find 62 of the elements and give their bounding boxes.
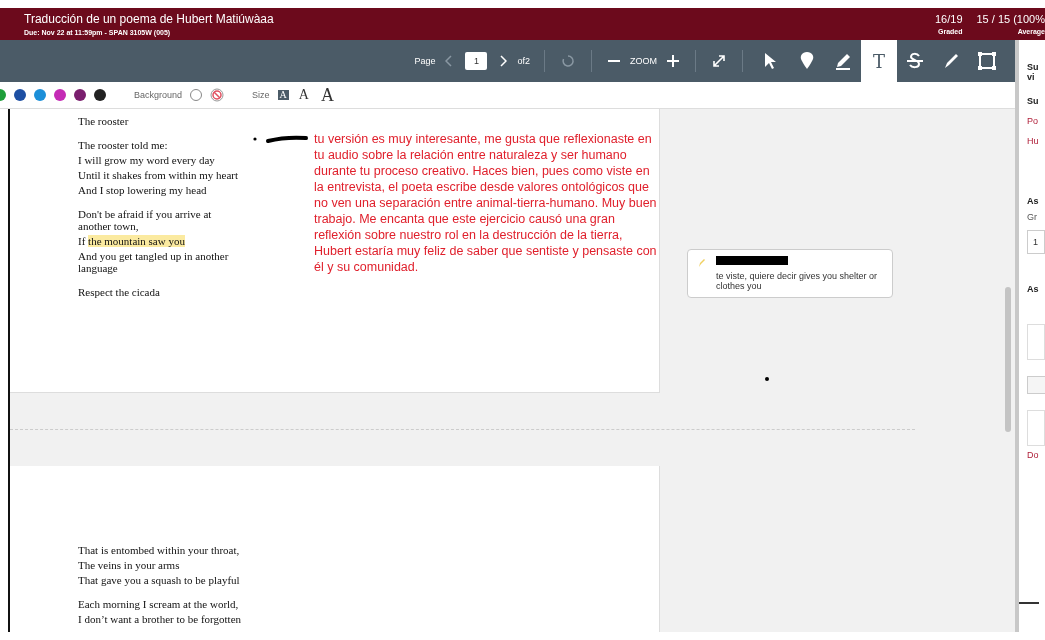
sidebar-text: As	[1027, 196, 1040, 206]
teacher-comment: tu versión es muy interesante, me gusta que reflexionaste en tu audio sobre la relación entre naturaleza y ser humano durante tu proceso creativo. Haces bien, pues como viste en la entrevista, el poeta escribe desde valores ontológicos que no ven una separación entre animal-tierra-humano. Muy buen trabajo. Me encanta que este ejercicio causó una gran reflexión sobre nuestro rol en la destrucción de la tierra, Hubert estaría muy feliz de saber que sentiste y pensaste con él y su comunidad.	[314, 131, 658, 275]
redaction-bar	[716, 256, 788, 265]
poem-line: And I stop lowering my head	[78, 184, 208, 196]
sidebar-panel	[1027, 324, 1045, 360]
assignment-title: Traducción de un poema de Hubert Matiúwàaa	[24, 12, 274, 26]
grade-field[interactable]: 1	[1027, 230, 1045, 254]
poem-line: That gave you a squash to be playful	[78, 574, 241, 586]
scrollbar-thumb[interactable]	[1005, 287, 1011, 432]
sidebar-text: As	[1027, 284, 1040, 294]
area-select-icon	[976, 50, 998, 72]
poem-line: Respect the cicada	[78, 286, 161, 298]
poem-line: That is entombed within your throat,	[78, 544, 241, 556]
stat-value: 15 / 15 (100%	[976, 13, 1045, 25]
comment-text: te viste, quiere decir gives you shelter or clothes you	[716, 271, 879, 291]
poem-line: Each morning I scream at the world,	[78, 598, 240, 610]
background-label: Background	[134, 90, 183, 100]
text-size-option[interactable]: A	[318, 86, 336, 104]
zoom-label: ZOOM	[630, 56, 657, 66]
sidebar-text: Gr	[1027, 212, 1038, 222]
point-marker	[765, 377, 769, 381]
zoom-in-button[interactable]	[667, 55, 679, 67]
rotate-icon	[561, 54, 575, 68]
sidebar-link[interactable]: Do	[1027, 450, 1045, 460]
text-size-option[interactable]: A	[277, 90, 289, 100]
sidebar-text: vi	[1027, 72, 1036, 82]
stat-value: 16/19	[934, 13, 963, 25]
sidebar-text: Su	[1027, 62, 1040, 72]
chevron-left-icon	[445, 55, 454, 67]
poem-line: The rooster	[78, 115, 130, 127]
poem-line: I will grow my word every day	[78, 154, 216, 166]
fullscreen-button[interactable]	[712, 54, 726, 68]
page-number-field[interactable]: 1	[465, 52, 488, 70]
sidebar-text: Su	[1027, 96, 1040, 106]
color-swatch[interactable]	[74, 89, 86, 101]
text-size-option[interactable]: A	[296, 88, 311, 102]
no-background-icon[interactable]	[210, 88, 225, 102]
color-swatch[interactable]	[34, 89, 46, 101]
background-option[interactable]	[190, 89, 203, 101]
color-swatch[interactable]	[94, 89, 106, 101]
chevron-right-icon	[499, 55, 508, 67]
next-page-button[interactable]	[499, 55, 508, 67]
poem-line: The veins in your arms	[78, 559, 181, 571]
annotation-tool[interactable]: T	[861, 40, 897, 82]
poem-line: If the mountain saw you	[78, 235, 186, 247]
sidebar-panel	[1027, 410, 1045, 446]
color-swatch[interactable]	[14, 89, 26, 101]
comment-card[interactable]: te viste, quiere decir gives you shelter or clothes you	[687, 249, 893, 298]
minus-icon	[1019, 602, 1039, 604]
poem-line: I don’t want a brother to be forgotten	[78, 613, 243, 625]
poem-line: Until it shakes from within my heart	[78, 169, 240, 181]
poem-line: The rooster told me:	[78, 139, 169, 151]
color-swatch[interactable]	[54, 89, 66, 101]
expand-icon	[712, 54, 726, 68]
size-label: Size	[252, 90, 270, 100]
page-total: of2	[517, 56, 530, 66]
page-label: Page	[414, 56, 436, 66]
sidebar-link[interactable]: Po	[1027, 116, 1045, 126]
pencil-icon	[698, 258, 706, 268]
poem-line: And you get tangled up in another language	[78, 250, 230, 274]
plus-icon	[667, 55, 679, 67]
sidebar-link[interactable]: Hu	[1027, 136, 1045, 146]
